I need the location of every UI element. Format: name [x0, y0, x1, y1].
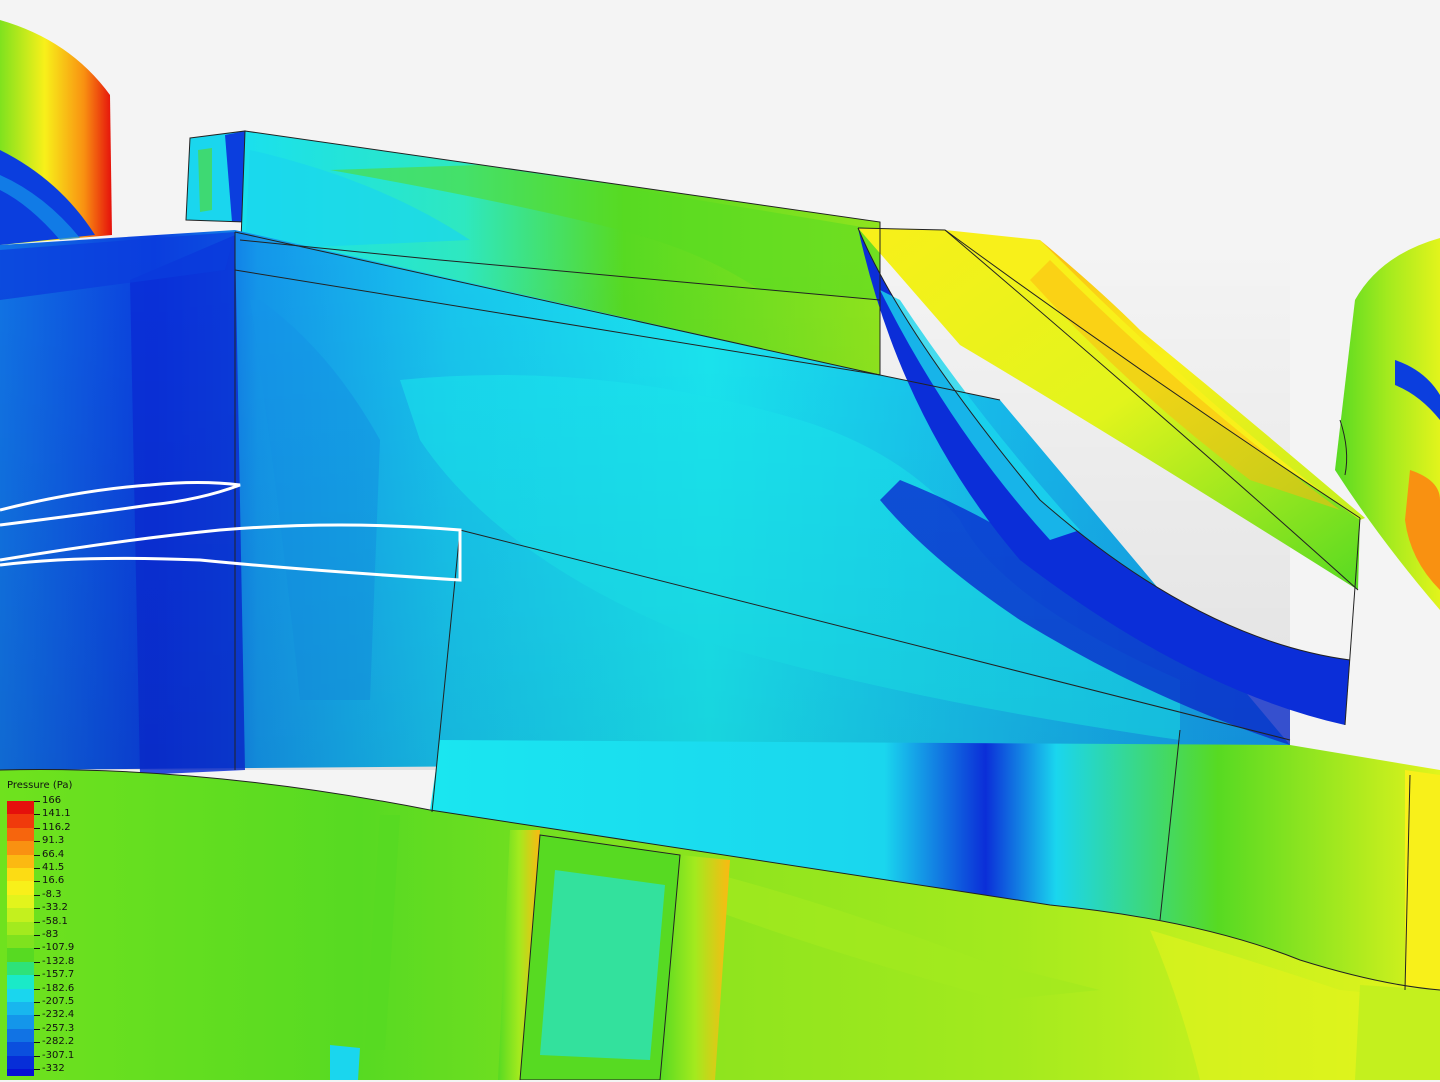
legend-label: -257.3 [42, 1022, 75, 1034]
legend-tick [34, 1069, 40, 1070]
legend-label: -58.1 [42, 915, 68, 927]
legend-swatch [7, 868, 34, 882]
legend-swatch [7, 801, 34, 815]
legend-swatch [7, 1015, 34, 1029]
legend-swatch [7, 1002, 34, 1016]
legend-tick [34, 1055, 40, 1057]
legend-label: 41.5 [42, 862, 65, 873]
legend-entry: -332 [6, 1063, 96, 1082]
legend-swatch [7, 854, 34, 868]
legend-swatch [7, 975, 34, 989]
legend-swatch [7, 881, 34, 895]
legend-label: -232.4 [42, 1009, 75, 1021]
legend-label: -8.3 [42, 888, 62, 900]
legend-tick [34, 868, 40, 869]
legend-swatch [7, 1042, 34, 1056]
legend-label: -207.5 [42, 996, 75, 1007]
legend-tick [34, 935, 40, 936]
legend-label: 91.3 [42, 835, 65, 847]
legend-swatch [7, 1028, 34, 1043]
legend-tick [34, 814, 40, 816]
legend-swatch [7, 948, 34, 962]
legend-title: Pressure (Pa) [7, 780, 73, 791]
legend-tick [34, 948, 40, 950]
legend-label: -132.8 [42, 955, 75, 967]
legend-label: -307.1 [42, 1049, 75, 1061]
legend-swatch [7, 935, 34, 949]
legend-swatch [7, 961, 34, 976]
legend-label: 16.6 [42, 875, 65, 887]
legend-tick [34, 1028, 40, 1030]
legend-tick [34, 854, 40, 856]
legend-swatch [7, 1055, 34, 1069]
legend-swatch [7, 841, 34, 855]
pressure-legend: Pressure (Pa) 166 141.1 116.2 91.3 66.4 41.5 1… [6, 778, 96, 1078]
legend-label: 141.1 [42, 808, 71, 820]
legend-swatch [7, 908, 34, 922]
legend-swatch [7, 814, 34, 828]
legend-label: -157.7 [42, 969, 75, 981]
legend-label: 66.4 [42, 848, 65, 860]
legend-tick [34, 894, 40, 896]
legend-label: 166 [42, 795, 62, 806]
legend-label: -282.2 [42, 1036, 75, 1048]
simulation-viewport[interactable] [0, 0, 1440, 1080]
legend-swatch [7, 1069, 34, 1076]
legend-tick [34, 988, 40, 990]
legend-tick [34, 975, 40, 977]
legend-tick [34, 841, 40, 843]
legend-tick [34, 827, 40, 829]
legend-label: -332 [42, 1063, 65, 1074]
legend-label: -83 [42, 929, 59, 940]
legend-label: 116.2 [42, 821, 71, 833]
legend-label: -107.9 [42, 942, 75, 954]
legend-swatch [7, 921, 34, 935]
pressure-contour-render [0, 0, 1440, 1080]
legend-tick [34, 961, 40, 963]
legend-swatch [7, 827, 34, 842]
legend-swatch [7, 988, 34, 1002]
legend-tick [34, 1042, 40, 1044]
legend-label: -33.2 [42, 902, 68, 914]
legend-label: -182.6 [42, 982, 75, 994]
legend-swatch [7, 894, 34, 909]
legend-tick [34, 921, 40, 923]
endplate-block [185, 130, 246, 223]
legend-tick [34, 1015, 40, 1017]
legend-tick [34, 801, 40, 802]
legend-tick [34, 908, 40, 910]
legend-tick [34, 881, 40, 883]
legend-tick [34, 1002, 40, 1003]
